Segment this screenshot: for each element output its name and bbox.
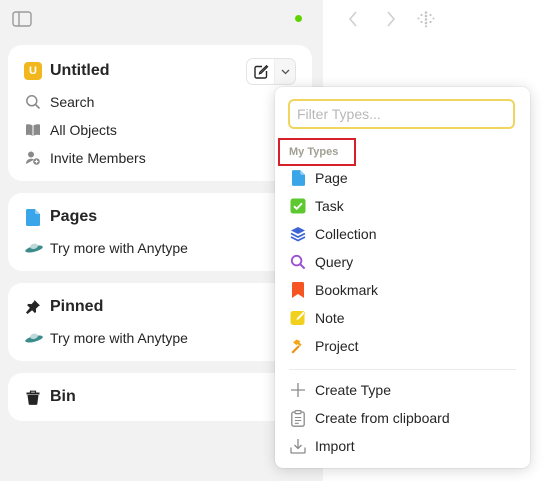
- book-icon: [24, 121, 42, 139]
- type-item-label: Query: [315, 254, 354, 270]
- import-action[interactable]: Import: [289, 434, 519, 458]
- type-item-label: Note: [315, 310, 345, 326]
- action-label: Create Type: [315, 382, 392, 398]
- sync-status-dot: [295, 15, 302, 22]
- pages-widget-title: Pages: [50, 208, 98, 225]
- space-header[interactable]: U Untitled: [24, 62, 110, 80]
- create-from-clipboard-action[interactable]: Create from clipboard: [289, 406, 519, 430]
- type-select-menu: My Types Page Task Collection Query: [275, 87, 530, 468]
- back-arrow-icon[interactable]: [344, 10, 362, 28]
- app-window: U Untitled Search All Objects Invite Mem…: [0, 0, 543, 481]
- type-item-task[interactable]: Task: [289, 194, 519, 218]
- menu-divider: [289, 369, 516, 370]
- edit-icon: [254, 64, 269, 79]
- type-item-note[interactable]: Note: [289, 306, 519, 330]
- hammer-icon: [289, 337, 307, 355]
- pages-widget-header[interactable]: Pages: [24, 208, 97, 226]
- action-label: Import: [315, 438, 355, 454]
- graph-icon[interactable]: [417, 10, 435, 28]
- type-item-project[interactable]: Project: [289, 334, 519, 358]
- all-objects-menu-item[interactable]: All Objects: [24, 121, 117, 139]
- my-types-section-label: My Types: [278, 138, 356, 166]
- type-item-page[interactable]: Page: [289, 166, 519, 190]
- pinned-widget-hint: Try more with Anytype: [24, 330, 188, 346]
- create-type-action[interactable]: Create Type: [289, 378, 519, 402]
- pinned-widget-header[interactable]: Pinned: [24, 298, 103, 316]
- invite-members-menu-item[interactable]: Invite Members: [24, 149, 146, 167]
- forward-arrow-icon[interactable]: [382, 10, 400, 28]
- pin-icon: [24, 298, 42, 316]
- type-item-collection[interactable]: Collection: [289, 222, 519, 246]
- type-item-bookmark[interactable]: Bookmark: [289, 278, 519, 302]
- create-object-button[interactable]: [247, 59, 274, 84]
- search-label: Search: [50, 94, 95, 110]
- create-options-button[interactable]: [274, 59, 295, 84]
- bin-widget-title: Bin: [50, 388, 76, 405]
- bin-widget-header[interactable]: Bin: [24, 388, 76, 406]
- search-icon: [24, 93, 42, 111]
- pages-widget-hint: Try more with Anytype: [24, 240, 188, 256]
- pinned-widget: Pinned Try more with Anytype: [8, 283, 312, 361]
- page-icon: [24, 208, 42, 226]
- space-avatar: U: [24, 62, 42, 80]
- task-checkbox-icon: [289, 197, 307, 215]
- type-item-label: Page: [315, 170, 348, 186]
- import-icon: [289, 437, 307, 455]
- search-menu-item[interactable]: Search: [24, 93, 94, 111]
- bin-widget[interactable]: Bin: [8, 373, 312, 421]
- type-item-label: Bookmark: [315, 282, 379, 298]
- space-widget: U Untitled Search All Objects Invite Mem…: [8, 45, 312, 181]
- sidebar-toggle-icon[interactable]: [12, 11, 32, 27]
- pinned-widget-title: Pinned: [50, 298, 104, 315]
- type-item-label: Task: [315, 198, 344, 214]
- action-label: Create from clipboard: [315, 410, 450, 426]
- invite-user-icon: [24, 149, 42, 167]
- filter-types-input[interactable]: [288, 99, 515, 129]
- page-icon: [289, 169, 307, 187]
- bookmark-icon: [289, 281, 307, 299]
- bin-icon: [24, 388, 42, 406]
- pages-widget: Pages Try more with Anytype: [8, 193, 312, 271]
- ufo-icon: [24, 240, 44, 256]
- note-icon: [289, 309, 307, 327]
- pinned-widget-hint-text: Try more with Anytype: [50, 330, 188, 346]
- all-objects-label: All Objects: [50, 122, 117, 138]
- type-item-query[interactable]: Query: [289, 250, 519, 274]
- type-item-label: Collection: [315, 226, 377, 242]
- invite-members-label: Invite Members: [50, 150, 146, 166]
- chevron-down-icon: [281, 69, 290, 74]
- clipboard-icon: [289, 409, 307, 427]
- create-object-group: [246, 58, 296, 85]
- collection-stack-icon: [289, 225, 307, 243]
- query-search-icon: [289, 253, 307, 271]
- plus-icon: [289, 381, 307, 399]
- ufo-icon: [24, 330, 44, 346]
- pages-widget-hint-text: Try more with Anytype: [50, 240, 188, 256]
- space-name: Untitled: [50, 62, 110, 79]
- type-item-label: Project: [315, 338, 359, 354]
